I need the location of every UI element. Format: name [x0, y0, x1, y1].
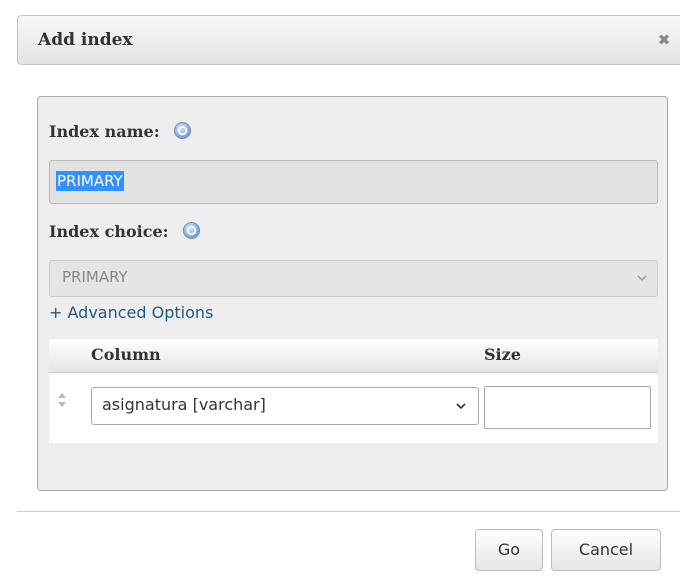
index-name-label: Index name:: [49, 122, 160, 141]
index-choice-label: Index choice:: [49, 222, 169, 241]
help-icon[interactable]: [182, 221, 201, 240]
dialog-titlebar[interactable]: Add index ✖: [17, 15, 680, 65]
add-index-dialog: Add index ✖ Index name: PRIMARY Index ch…: [0, 0, 680, 585]
column-select[interactable]: asignatura [varchar]: [91, 387, 479, 425]
chevron-down-icon: [456, 403, 466, 410]
size-header: Size: [484, 345, 521, 364]
column-header: Column: [91, 345, 161, 364]
drag-handle-icon[interactable]: [56, 391, 68, 409]
close-icon[interactable]: ✖: [650, 26, 678, 54]
index-form-panel: Index name: PRIMARY Index choice: PRIMAR…: [37, 96, 668, 491]
columns-table-header: Column Size: [49, 339, 658, 373]
dialog-title: Add index: [38, 30, 133, 50]
cancel-button[interactable]: Cancel: [551, 529, 661, 571]
size-input[interactable]: [484, 386, 651, 429]
column-select-value: asignatura [varchar]: [102, 395, 266, 414]
table-row: asignatura [varchar]: [49, 373, 658, 443]
advanced-options-link[interactable]: + Advanced Options: [49, 303, 213, 322]
chevron-down-icon: [637, 275, 647, 282]
index-choice-select[interactable]: PRIMARY: [49, 260, 658, 297]
footer-divider: [17, 511, 680, 512]
index-name-input[interactable]: PRIMARY: [49, 160, 658, 204]
go-button[interactable]: Go: [475, 529, 543, 571]
index-name-label-row: Index name:: [49, 121, 192, 141]
columns-table: Column Size asignatura [varchar]: [49, 339, 658, 443]
index-choice-value: PRIMARY: [62, 268, 128, 286]
index-choice-label-row: Index choice:: [49, 221, 201, 241]
help-icon[interactable]: [173, 121, 192, 140]
index-name-value: PRIMARY: [56, 171, 124, 191]
